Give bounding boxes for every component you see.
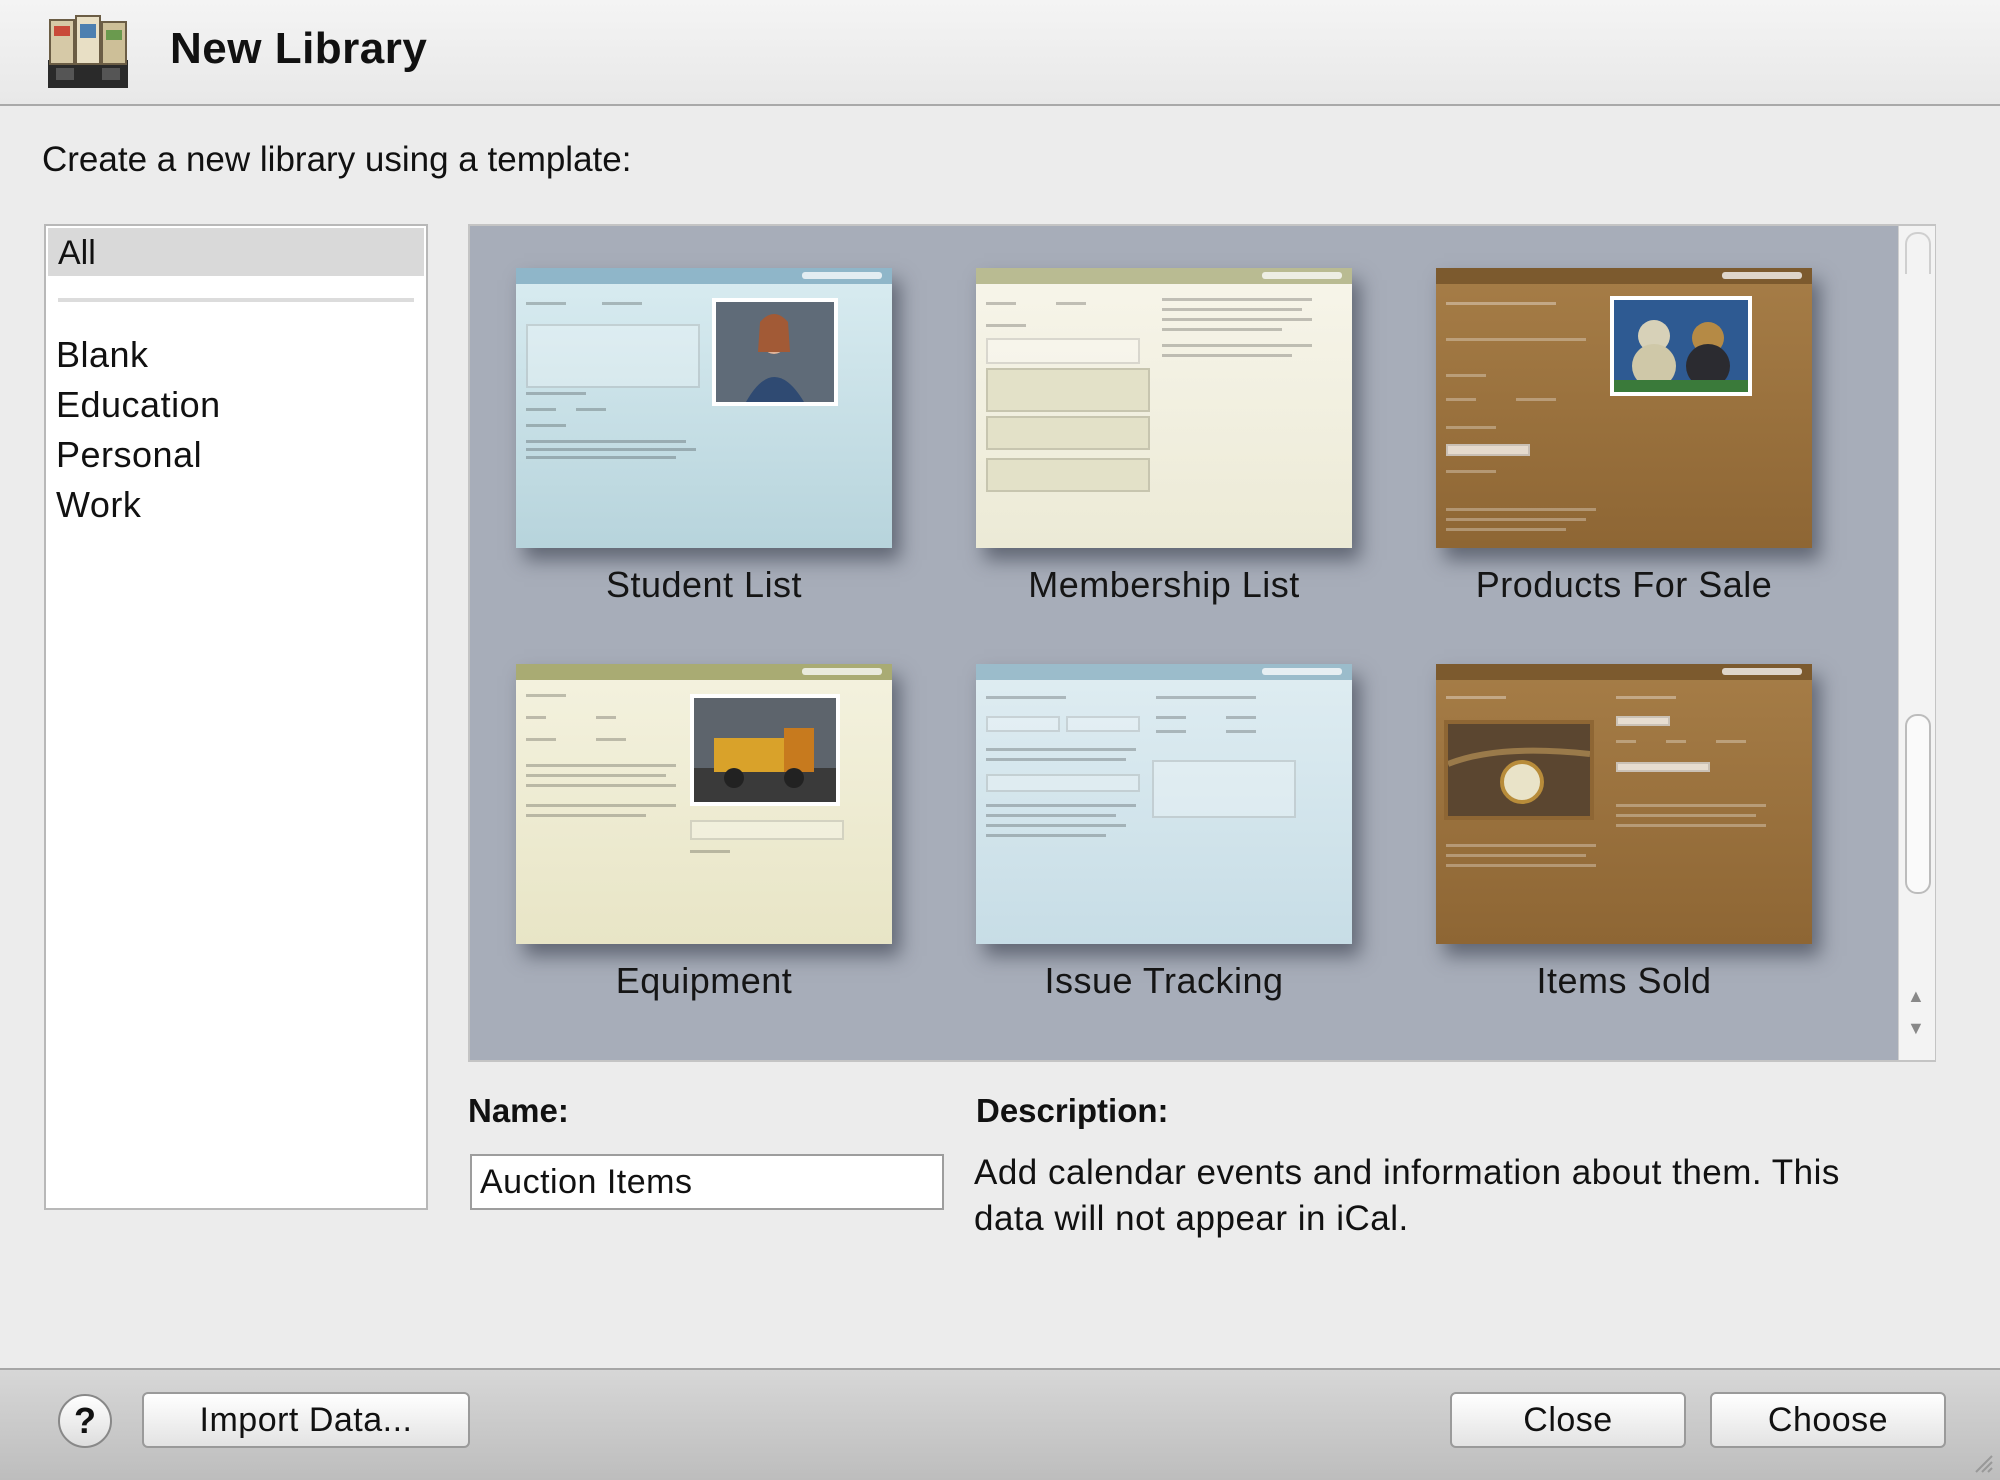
category-all[interactable]: All bbox=[48, 228, 424, 276]
template-items-sold[interactable]: Items Sold bbox=[1436, 664, 1812, 1001]
template-thumbnail bbox=[1436, 268, 1812, 548]
resize-grip-icon[interactable] bbox=[1972, 1452, 1994, 1474]
template-thumbnail bbox=[976, 664, 1352, 944]
scroll-track-cap bbox=[1905, 232, 1931, 274]
template-thumbnail bbox=[1436, 664, 1812, 944]
close-button[interactable]: Close bbox=[1450, 1392, 1686, 1448]
template-label: Equipment bbox=[615, 960, 793, 1001]
choose-button[interactable]: Choose bbox=[1710, 1392, 1946, 1448]
scroll-up-arrow-icon[interactable]: ▲ bbox=[1907, 986, 1925, 1007]
category-personal[interactable]: Personal bbox=[56, 434, 202, 476]
template-thumbnail bbox=[976, 268, 1352, 548]
template-thumbnail bbox=[516, 268, 892, 548]
template-prompt: Create a new library using a template: bbox=[42, 140, 632, 179]
template-issue-tracking[interactable]: Issue Tracking bbox=[976, 664, 1352, 1001]
name-label: Name: bbox=[468, 1092, 569, 1129]
scroll-down-arrow-icon[interactable]: ▼ bbox=[1907, 1018, 1925, 1039]
template-label: Products For Sale bbox=[1475, 564, 1773, 605]
category-blank[interactable]: Blank bbox=[56, 334, 149, 376]
template-student-list[interactable]: Student List bbox=[516, 268, 892, 605]
template-products-for-sale[interactable]: Products For Sale bbox=[1436, 268, 1812, 605]
description-label: Description: bbox=[976, 1092, 1169, 1129]
description-text: Add calendar events and information abou… bbox=[974, 1153, 1840, 1238]
library-app-icon bbox=[46, 12, 130, 90]
help-button[interactable]: ? bbox=[58, 1394, 112, 1448]
gallery-scrollbar[interactable]: ▲ ▼ bbox=[1898, 226, 1935, 1060]
template-equipment[interactable]: Equipment bbox=[516, 664, 892, 1001]
category-work[interactable]: Work bbox=[56, 484, 141, 526]
category-list[interactable]: All Blank Education Personal Work bbox=[44, 224, 428, 1210]
template-membership-list[interactable]: Membership List bbox=[976, 268, 1352, 605]
template-label: Items Sold bbox=[1536, 960, 1712, 1001]
import-data-button[interactable]: Import Data... bbox=[142, 1392, 470, 1448]
category-education[interactable]: Education bbox=[56, 384, 221, 426]
title-bar: New Library bbox=[0, 0, 2000, 106]
scroll-thumb[interactable] bbox=[1905, 714, 1931, 894]
template-label: Membership List bbox=[1028, 564, 1300, 605]
template-label: Student List bbox=[605, 564, 803, 605]
window-title: New Library bbox=[170, 24, 428, 73]
name-field[interactable] bbox=[470, 1154, 944, 1210]
template-thumbnail bbox=[516, 664, 892, 944]
template-label: Issue Tracking bbox=[1044, 960, 1284, 1001]
category-separator bbox=[58, 298, 414, 302]
